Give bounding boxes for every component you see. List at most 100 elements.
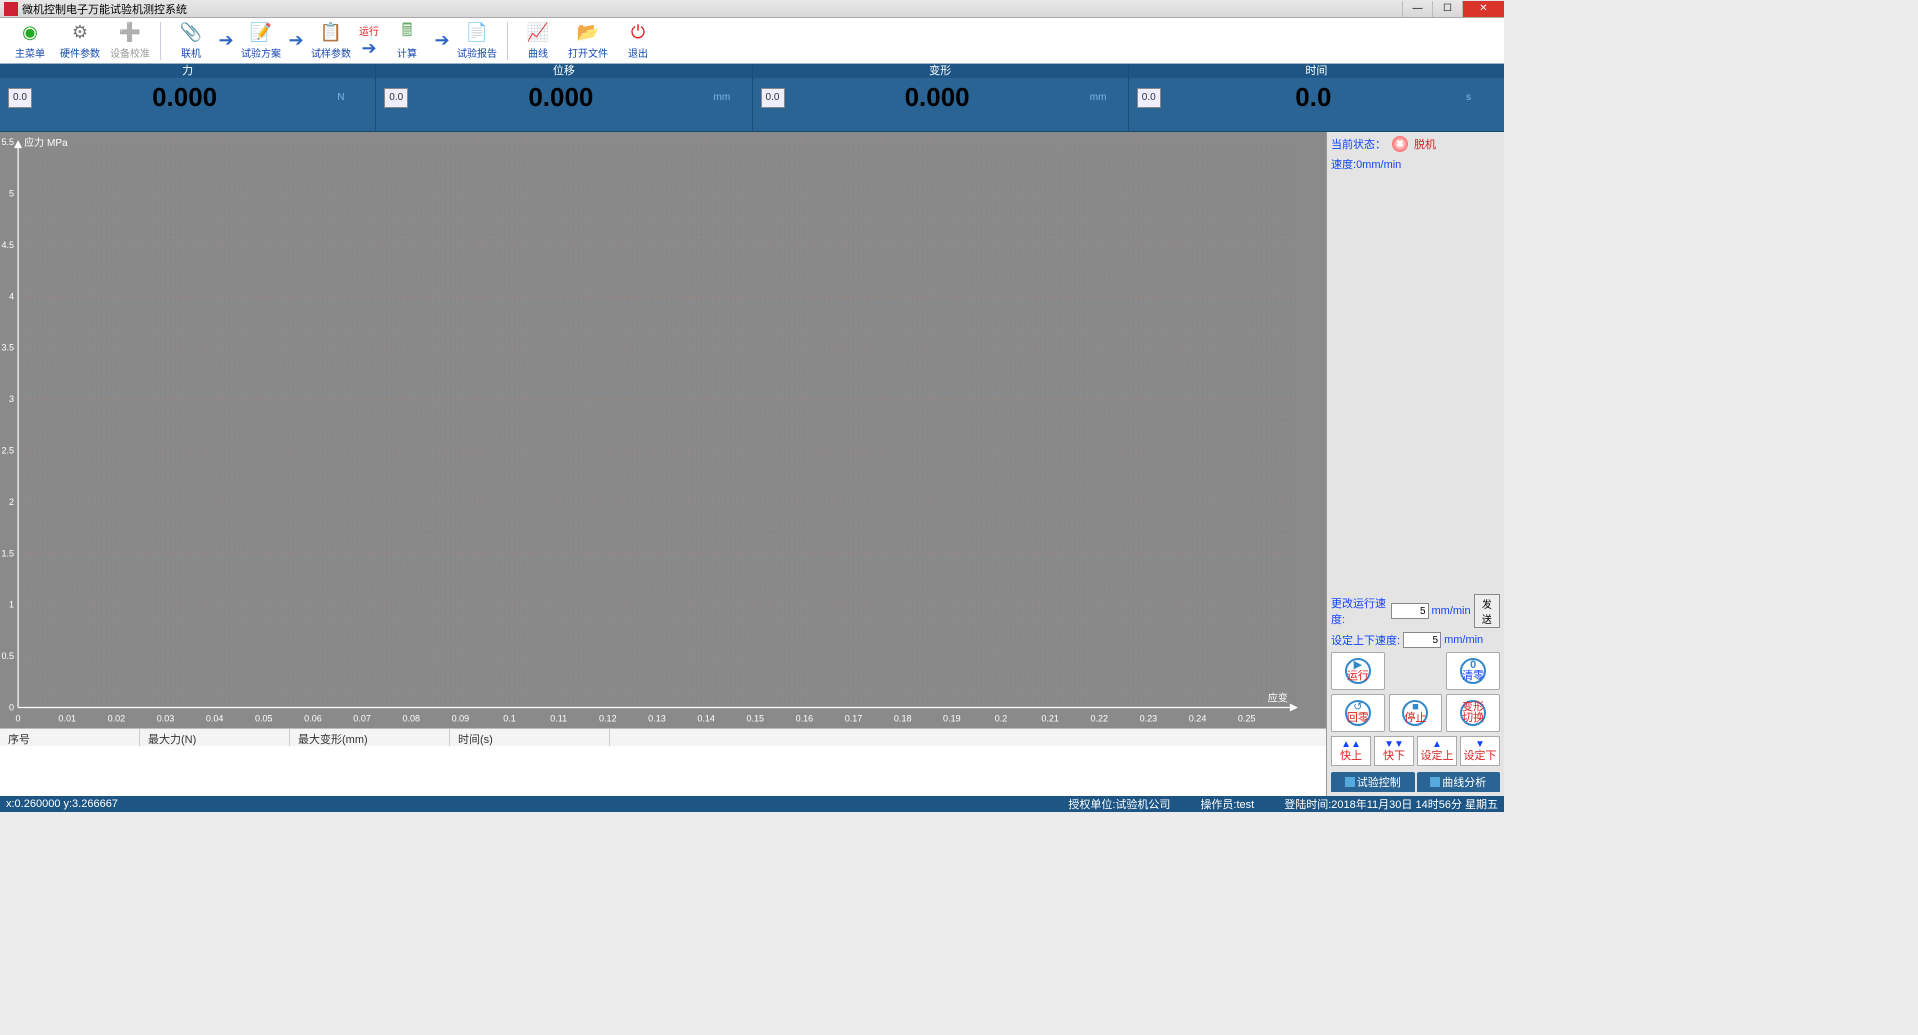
toolbar-separator — [160, 22, 161, 60]
fast-down-button[interactable]: ▼▼快下 — [1374, 736, 1414, 766]
svg-text:0.09: 0.09 — [452, 714, 470, 724]
auth-unit: 授权单位:试验机公司 — [1068, 796, 1170, 812]
sample-params-button[interactable]: 📋 试样参数 — [307, 20, 355, 62]
svg-text:0.07: 0.07 — [353, 714, 371, 724]
change-speed-row: 更改运行速度: mm/min 发送 — [1331, 594, 1500, 628]
svg-text:0.22: 0.22 — [1090, 714, 1108, 724]
svg-text:0.5: 0.5 — [2, 651, 15, 661]
col-maxdeform: 最大变形(mm) — [290, 729, 450, 746]
svg-text:0: 0 — [16, 714, 21, 724]
svg-text:0.2: 0.2 — [995, 714, 1008, 724]
deform-sw-l2: 切换 — [1462, 713, 1484, 724]
arrow-icon: ➔ — [287, 30, 305, 51]
exit-label: 退出 — [628, 45, 648, 60]
calibrate-icon: ➕ — [119, 22, 141, 44]
disp-value: 0.000 — [408, 82, 713, 113]
svg-text:3.5: 3.5 — [2, 343, 15, 353]
force-name: 力 — [182, 64, 193, 78]
svg-text:1: 1 — [9, 600, 14, 610]
test-report-button[interactable]: 📄 试验报告 — [453, 20, 501, 62]
time-name: 时间 — [1305, 64, 1327, 78]
time-readout: 时间 0.0 0.0 s — [1128, 64, 1504, 131]
close-button[interactable]: ✕ — [1462, 1, 1504, 17]
operator: 操作员:test — [1200, 796, 1254, 812]
set-up-button[interactable]: ▲设定上 — [1417, 736, 1457, 766]
readout-bar: 力 0.0 0.000 N 位移 0.0 0.000 mm 变形 0.0 0.0… — [0, 64, 1504, 132]
fast-up-button[interactable]: ▲▲快上 — [1331, 736, 1371, 766]
connect-button[interactable]: 📎 联机 — [167, 20, 215, 62]
send-button[interactable]: 发送 — [1474, 594, 1500, 628]
arrow-icon: ➔ — [433, 30, 451, 51]
open-file-button[interactable]: 📂 打开文件 — [564, 20, 612, 62]
maximize-button[interactable]: ☐ — [1432, 1, 1462, 17]
window-title: 微机控制电子万能试验机测控系统 — [22, 1, 187, 17]
svg-text:0.23: 0.23 — [1140, 714, 1158, 724]
svg-text:2.5: 2.5 — [2, 445, 15, 455]
displacement-readout: 位移 0.0 0.000 mm — [375, 64, 751, 131]
set-down-button[interactable]: ▼设定下 — [1460, 736, 1500, 766]
exit-button[interactable]: ⏻ 退出 — [614, 20, 662, 62]
app-icon — [4, 2, 18, 16]
zero-button[interactable]: 0清零 — [1446, 652, 1500, 690]
tab-control-label: 试验控制 — [1357, 774, 1401, 790]
status-row: 当前状态： ✖ 脱机 — [1331, 136, 1500, 152]
svg-text:0: 0 — [9, 702, 14, 712]
test-plan-button[interactable]: 📝 试验方案 — [237, 20, 285, 62]
set-ud-input[interactable] — [1403, 632, 1441, 648]
svg-text:2: 2 — [9, 497, 14, 507]
force-aux: 0.0 — [8, 88, 32, 108]
zero-btn-label: 清零 — [1462, 671, 1484, 682]
set-down-label: 设定下 — [1464, 750, 1497, 762]
time-unit: s — [1466, 92, 1496, 103]
svg-text:0.18: 0.18 — [894, 714, 912, 724]
fast-down-label: 快下 — [1383, 750, 1405, 762]
change-speed-input[interactable] — [1391, 603, 1429, 619]
svg-text:0.02: 0.02 — [108, 714, 126, 724]
deform-readout: 变形 0.0 0.000 mm — [752, 64, 1128, 131]
set-ud-unit: mm/min — [1444, 634, 1483, 646]
main-area: 00.511.522.533.544.555.500.010.020.030.0… — [0, 132, 1504, 796]
arrow-icon: ➔ — [217, 30, 235, 51]
svg-text:0.21: 0.21 — [1041, 714, 1059, 724]
stress-strain-chart[interactable]: 00.511.522.533.544.555.500.010.020.030.0… — [0, 132, 1326, 728]
svg-text:应变: 应变 — [1268, 691, 1288, 704]
speed-display: 速度:0mm/min — [1331, 156, 1500, 172]
stop-button[interactable]: ■停止 — [1389, 694, 1443, 732]
down-arrow-icon: ▼ — [1475, 739, 1485, 750]
down-circle-icon: ◉ — [19, 22, 41, 44]
svg-text:0.1: 0.1 — [503, 714, 516, 724]
disp-unit: mm — [714, 92, 744, 103]
minimize-button[interactable]: — — [1402, 1, 1432, 17]
sample-params-label: 试样参数 — [311, 45, 351, 60]
hardware-params-label: 硬件参数 — [60, 45, 100, 60]
results-table-body — [0, 746, 1326, 796]
curve-label: 曲线 — [528, 45, 548, 60]
gear-icon: ⚙ — [69, 22, 91, 44]
curve-button[interactable]: 📈 曲线 — [514, 20, 562, 62]
control-panel: 当前状态： ✖ 脱机 速度:0mm/min 更改运行速度: mm/min 发送 … — [1326, 132, 1504, 796]
disp-name: 位移 — [553, 64, 575, 78]
calculator-icon: 🖩 — [396, 22, 418, 44]
chart-icon: 📈 — [527, 22, 549, 44]
deform-switch-button[interactable]: 变形切换 — [1446, 694, 1500, 732]
return-zero-label: 回零 — [1347, 713, 1369, 724]
chart-wrap: 00.511.522.533.544.555.500.010.020.030.0… — [0, 132, 1326, 796]
tab-curve-analysis[interactable]: 曲线分析 — [1417, 772, 1501, 792]
svg-text:0.04: 0.04 — [206, 714, 224, 724]
tab-test-control[interactable]: 试验控制 — [1331, 772, 1415, 792]
main-menu-label: 主菜单 — [15, 45, 45, 60]
calculate-button[interactable]: 🖩 计算 — [383, 20, 431, 62]
hardware-params-button[interactable]: ⚙ 硬件参数 — [56, 20, 104, 62]
run-button[interactable]: ▶运行 — [1331, 652, 1385, 690]
device-calibrate-button[interactable]: ➕ 设备校准 — [106, 20, 154, 62]
set-up-label: 设定上 — [1421, 750, 1454, 762]
set-ud-label: 设定上下速度: — [1331, 632, 1400, 648]
return-zero-button[interactable]: ↺回零 — [1331, 694, 1385, 732]
force-readout: 力 0.0 0.000 N — [0, 64, 375, 131]
fast-up-label: 快上 — [1340, 750, 1362, 762]
up-arrows-icon: ▲▲ — [1341, 739, 1361, 750]
svg-text:应力 MPa: 应力 MPa — [24, 136, 68, 149]
main-menu-button[interactable]: ◉ 主菜单 — [6, 20, 54, 62]
cursor-coord: x:0.260000 y:3.266667 — [6, 798, 118, 810]
run-flag-label: 运行 — [359, 23, 379, 38]
